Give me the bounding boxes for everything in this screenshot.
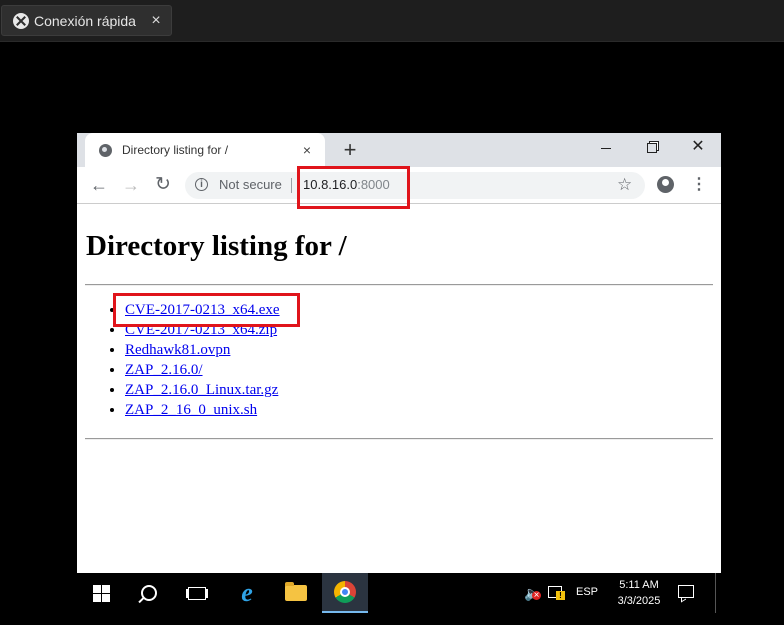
network-warning-icon[interactable] xyxy=(548,586,565,600)
minimize-button[interactable] xyxy=(583,133,629,161)
taskbar: e 🔈 ESP 5:11 AM 3/3/2025 xyxy=(77,573,784,625)
browser-tab-strip: Directory listing for / × + ✕ xyxy=(77,133,721,167)
menu-kebab-icon[interactable]: ⋮ xyxy=(689,175,709,195)
globe-icon xyxy=(99,143,112,157)
clock-date: 3/3/2025 xyxy=(617,595,661,607)
start-icon xyxy=(92,584,110,602)
file-explorer-button[interactable] xyxy=(273,573,319,613)
search-icon xyxy=(141,585,157,601)
divider-top xyxy=(85,284,713,286)
bookmark-star-icon[interactable]: ☆ xyxy=(617,173,632,197)
internet-explorer-icon: e xyxy=(241,578,253,607)
highlight-box-file xyxy=(113,293,300,327)
page-content: Directory listing for / CVE-2017-0213_x6… xyxy=(77,204,721,573)
list-item: ZAP_2.16.0/ xyxy=(125,360,280,380)
list-item: Redhawk81.ovpn xyxy=(125,340,280,360)
page-title: Directory listing for / xyxy=(86,230,347,262)
chrome-icon xyxy=(334,581,356,603)
back-button[interactable]: ← xyxy=(87,173,111,197)
minimize-icon xyxy=(601,147,611,149)
file-explorer-icon xyxy=(285,582,307,601)
address-bar[interactable]: i Not secure 10.8.16.0:8000 xyxy=(185,172,645,199)
notification-center-icon[interactable] xyxy=(678,585,694,598)
volume-muted-icon[interactable]: 🔈 xyxy=(524,585,542,602)
task-view-icon xyxy=(188,586,206,600)
reload-button[interactable]: ↻ xyxy=(151,173,175,197)
remote-connection-icon xyxy=(13,12,29,29)
file-link[interactable]: ZAP_2_16_0_unix.sh xyxy=(125,402,257,418)
file-link[interactable]: Redhawk81.ovpn xyxy=(125,342,230,358)
list-item: ZAP_2.16.0_Linux.tar.gz xyxy=(125,380,280,400)
session-tab-close-icon[interactable]: × xyxy=(145,12,167,30)
session-tab[interactable]: Conexión rápida × xyxy=(1,5,172,36)
chrome-button[interactable] xyxy=(322,573,368,613)
security-label[interactable]: Not secure xyxy=(219,177,282,192)
info-icon[interactable]: i xyxy=(195,178,208,191)
file-link[interactable]: ZAP_2.16.0_Linux.tar.gz xyxy=(125,382,278,398)
browser-tab-title: Directory listing for / xyxy=(122,143,229,157)
session-tab-bar: Conexión rápida × xyxy=(0,0,784,42)
list-item: ZAP_2_16_0_unix.sh xyxy=(125,400,280,420)
close-window-button[interactable]: ✕ xyxy=(675,133,721,161)
restore-button[interactable] xyxy=(629,133,675,161)
profile-avatar-icon[interactable] xyxy=(657,176,674,193)
browser-tab-close-icon[interactable]: × xyxy=(297,142,317,158)
start-button[interactable] xyxy=(78,573,124,613)
search-button[interactable] xyxy=(126,573,172,613)
session-tab-title: Conexión rápida xyxy=(34,12,136,29)
internet-explorer-button[interactable]: e xyxy=(224,573,270,613)
address-separator xyxy=(291,178,292,193)
restore-icon xyxy=(647,143,657,154)
highlight-box-address xyxy=(297,166,410,209)
new-tab-button[interactable]: + xyxy=(337,137,363,163)
show-desktop-button[interactable] xyxy=(715,573,716,613)
clock[interactable]: 5:11 AM 3/3/2025 xyxy=(608,577,670,609)
divider-bottom xyxy=(85,438,713,440)
folder-link[interactable]: ZAP_2.16.0/ xyxy=(125,362,203,378)
forward-button[interactable]: → xyxy=(119,173,143,197)
browser-tab[interactable]: Directory listing for / × xyxy=(85,133,325,167)
task-view-button[interactable] xyxy=(174,573,220,613)
clock-time: 5:11 AM xyxy=(619,579,659,591)
language-indicator[interactable]: ESP xyxy=(576,586,598,598)
